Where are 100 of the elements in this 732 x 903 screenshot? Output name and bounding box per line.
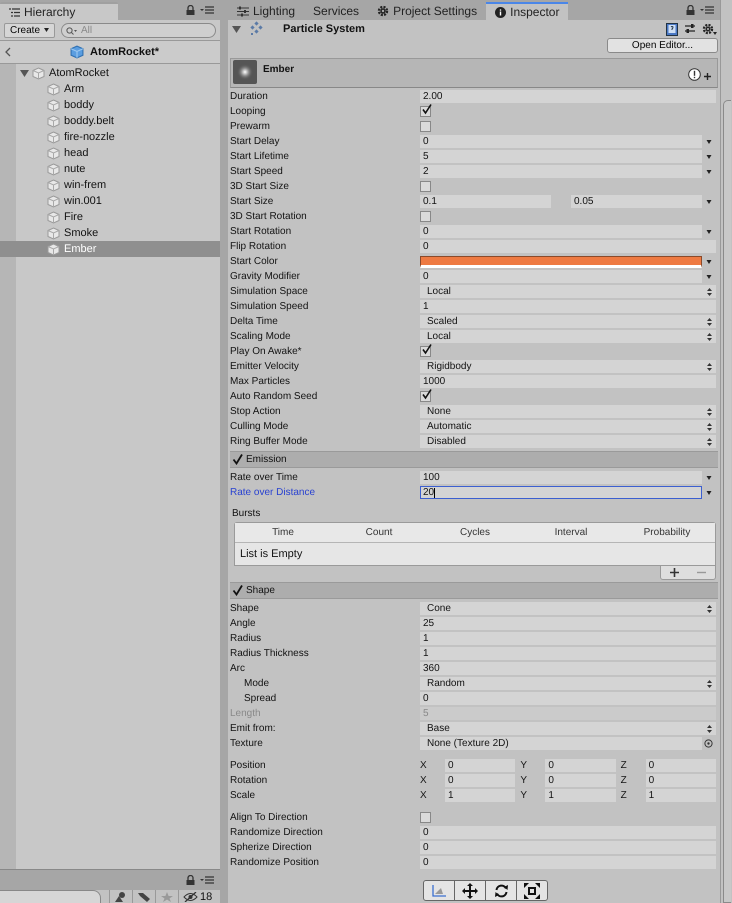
number-field[interactable]: 1 [646,789,716,802]
checkbox[interactable] [420,211,431,222]
tree-item[interactable]: win-frem [0,177,220,193]
tree-item[interactable]: Fire [0,209,220,225]
create-button[interactable]: Create [4,22,56,38]
number-field[interactable]: 0 [420,826,716,839]
panel-tab[interactable]: Inspector [486,2,568,20]
tree-item[interactable]: head [0,145,220,161]
checkbox[interactable] [420,121,431,132]
number-field[interactable]: 0.1 [420,195,551,208]
number-field[interactable]: 1 [445,789,516,802]
tree-item[interactable]: Arm [0,81,220,97]
up-down-arrow-icon[interactable] [707,680,712,688]
expand-triangle-icon[interactable] [20,68,29,78]
dropdown[interactable]: Local [420,330,716,343]
hidden-count-button[interactable]: 18 [178,890,216,903]
number-field[interactable]: 1 [545,789,616,802]
dropdown[interactable]: Cone [420,602,716,615]
number-field[interactable]: 20 [420,486,702,499]
up-down-arrow-icon[interactable] [707,422,712,430]
dropdown[interactable]: Local [420,285,716,298]
number-field[interactable]: 1 [420,300,716,313]
panel-tab[interactable]: Services [304,2,368,20]
panel-tab[interactable]: Lighting [228,2,304,20]
panel-tab[interactable]: Project Settings [368,2,486,20]
dropdown[interactable]: Disabled [420,435,716,448]
checkbox[interactable] [420,181,431,192]
checkbox[interactable] [420,346,431,357]
tree-item[interactable]: boddy.belt [0,113,220,129]
lock-icon[interactable] [686,5,695,15]
rotate-tool-button[interactable] [485,880,517,901]
color-field[interactable] [420,256,702,268]
number-field[interactable]: 0 [445,759,516,772]
scale-tool-button[interactable] [516,880,548,901]
number-field[interactable]: 0 [545,774,616,787]
number-field[interactable]: 0 [545,759,616,772]
object-field[interactable]: None (Texture 2D) [420,737,702,750]
plus-icon[interactable] [670,568,679,577]
checkbox[interactable] [420,106,431,117]
number-field[interactable]: 2.00 [420,90,716,103]
up-down-arrow-icon[interactable] [707,332,712,340]
panel-tab[interactable]: Hierarchy [0,2,118,20]
up-down-arrow-icon[interactable] [707,318,712,326]
up-down-arrow-icon[interactable] [707,288,712,296]
dropdown[interactable]: Rigidbody [420,360,716,373]
lock-icon[interactable] [186,875,195,885]
up-down-arrow-icon[interactable] [707,604,712,612]
sliders-icon[interactable] [684,23,696,35]
tree-item[interactable]: win.001 [0,193,220,209]
number-field[interactable]: 0 [420,240,716,253]
exclamation-icon[interactable] [688,68,701,81]
tree-item[interactable]: boddy [0,97,220,113]
menu-icon[interactable] [200,876,214,884]
add-remove-buttons[interactable] [660,566,716,580]
number-field[interactable]: 25 [420,617,716,630]
checkbox[interactable] [232,585,243,596]
open-editor-button[interactable]: Open Editor... [607,38,718,53]
plus-icon[interactable] [704,73,711,80]
tree-item[interactable]: Smoke [0,225,220,241]
tree-item[interactable]: fire-nozzle [0,129,220,145]
up-down-arrow-icon[interactable] [707,438,712,446]
lock-icon[interactable] [186,5,195,15]
number-field[interactable]: 2 [420,165,702,178]
dropdown[interactable]: Random [420,677,716,690]
number-field[interactable]: 5 [420,150,702,163]
number-field[interactable]: 0 [646,759,716,772]
help-book-icon[interactable] [666,22,678,36]
number-field[interactable]: 100 [420,471,702,484]
number-field[interactable]: 1 [420,647,716,660]
checkbox[interactable] [420,812,431,823]
number-field[interactable]: 0 [420,225,702,238]
number-field[interactable]: 0 [420,692,716,705]
module-header[interactable]: Shape [230,582,718,599]
number-field[interactable]: 0 [646,774,716,787]
collapse-triangle-icon[interactable] [232,24,241,34]
checkbox[interactable] [232,454,243,465]
dropdown[interactable]: None [420,405,716,418]
up-down-arrow-icon[interactable] [707,724,712,732]
number-field[interactable]: 1000 [420,375,716,388]
number-field[interactable]: 0 [420,135,702,148]
settings-icon[interactable] [702,22,718,36]
number-field[interactable]: 0 [445,774,516,787]
number-field[interactable]: 1 [420,632,716,645]
up-down-arrow-icon[interactable] [707,408,712,416]
object-picker-icon[interactable] [704,739,713,748]
dropdown[interactable]: Automatic [420,420,716,433]
number-field[interactable]: 0 [420,856,716,869]
number-field[interactable]: 0 [420,270,702,283]
menu-icon[interactable] [700,6,714,14]
checkbox[interactable] [420,391,431,402]
edit-shape-button[interactable] [423,880,455,901]
number-field[interactable]: 360 [420,662,716,675]
module-header[interactable]: Emission [230,451,718,468]
tree-item[interactable]: nute [0,161,220,177]
number-field[interactable]: 0.05 [571,195,702,208]
back-chevron-icon[interactable] [5,47,11,57]
dropdown[interactable]: Scaled [420,315,716,328]
number-field[interactable]: 0 [420,841,716,854]
move-tool-button[interactable] [454,880,486,901]
up-down-arrow-icon[interactable] [707,362,712,370]
